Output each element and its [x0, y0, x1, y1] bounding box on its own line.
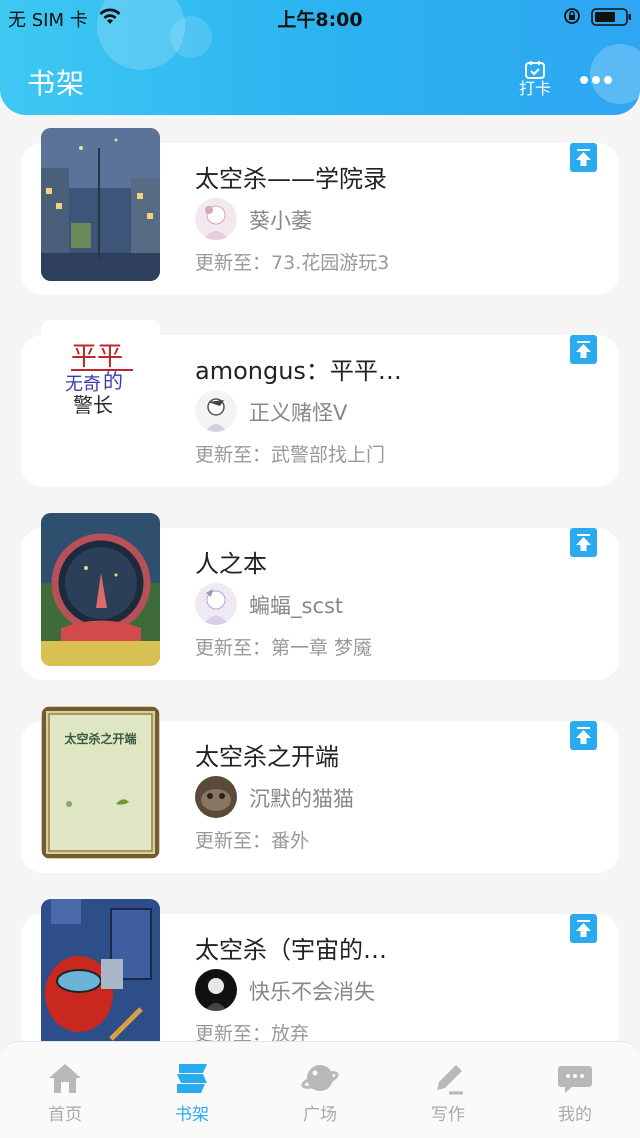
book-title: 人之本 — [195, 550, 267, 578]
tab-label: 写作 — [431, 1105, 465, 1125]
svg-text:警长: 警长 — [73, 393, 113, 417]
tab-home[interactable]: 首页 — [15, 1060, 115, 1125]
book-cover — [41, 899, 160, 1052]
book-card[interactable]: 太空杀——学院录 葵小萎 更新至：73.花园游玩3 — [21, 128, 619, 295]
tab-bookshelf[interactable]: 书架 — [142, 1060, 242, 1125]
home-icon — [49, 1064, 81, 1093]
author-name: 葵小萎 — [249, 209, 312, 233]
pin-top-button[interactable] — [570, 528, 597, 557]
book-cover: 平平 无奇 的 警长 — [41, 320, 160, 473]
tab-label: 首页 — [48, 1105, 82, 1125]
header: 无 SIM 卡 上午8:00 书架 打卡 — [0, 0, 640, 115]
book-cover: 太空杀之开端 — [41, 706, 160, 859]
pin-top-icon — [576, 341, 591, 358]
avatar — [195, 776, 237, 818]
pen-icon — [437, 1065, 463, 1095]
pin-top-button[interactable] — [570, 721, 597, 750]
update-text: 更新至：第一章 梦魇 — [195, 637, 373, 659]
planet-icon — [301, 1065, 339, 1091]
calligraphy-cover: 平平 无奇 的 警长 — [41, 320, 160, 473]
space-helmet-cover — [41, 513, 160, 666]
tab-mine[interactable]: 我的 — [525, 1060, 625, 1125]
pin-top-icon — [576, 149, 591, 166]
tab-label: 广场 — [303, 1105, 337, 1125]
pin-top-icon — [576, 920, 591, 937]
crewmate-cover — [41, 899, 160, 1052]
framed-text-cover: 太空杀之开端 — [41, 706, 160, 859]
svg-text:的: 的 — [103, 369, 123, 393]
checkin-button[interactable]: 打卡 — [512, 60, 558, 102]
chat-bubble-icon — [558, 1066, 592, 1093]
book-card[interactable]: 太空杀之开端 太空杀之开端 沉默的猫猫 更新至：番外 — [21, 706, 619, 873]
clock: 上午8:00 — [277, 9, 363, 31]
author-name: 快乐不会消失 — [249, 980, 375, 1004]
pin-top-button[interactable] — [570, 914, 597, 943]
update-text: 更新至：73.花园游玩3 — [195, 252, 390, 274]
book-cover — [41, 128, 160, 281]
checkin-label: 打卡 — [518, 79, 551, 98]
book-cover — [41, 513, 160, 666]
author-name: 蝙蝠_scst — [249, 594, 344, 618]
pin-top-button[interactable] — [570, 143, 597, 172]
svg-text:平平: 平平 — [71, 342, 123, 372]
book-title: 太空杀之开端 — [195, 743, 339, 771]
more-icon[interactable] — [576, 68, 616, 92]
book-card[interactable]: 人之本 蝙蝠_scst 更新至：第一章 梦魇 — [21, 513, 619, 680]
svg-text:无奇: 无奇 — [65, 374, 101, 395]
avatar — [195, 583, 237, 625]
pin-top-button[interactable] — [570, 335, 597, 364]
tab-label: 我的 — [558, 1105, 592, 1125]
author-name: 正义赌怪V — [249, 401, 348, 425]
update-text: 更新至：番外 — [195, 830, 310, 852]
avatar — [195, 390, 237, 432]
battery-icon — [591, 8, 631, 26]
cover-title-text: 太空杀之开端 — [64, 731, 136, 746]
page-title: 书架 — [27, 67, 86, 100]
bookshelf-icon — [177, 1064, 207, 1093]
pin-top-icon — [576, 727, 591, 744]
rotation-lock-icon — [564, 8, 580, 24]
book-title: 太空杀（宇宙的… — [195, 936, 387, 964]
avatar — [195, 969, 237, 1011]
tab-label: 书架 — [175, 1105, 209, 1125]
tab-plaza[interactable]: 广场 — [270, 1060, 370, 1125]
book-title: amongus：平平… — [195, 357, 402, 385]
tab-bar: 首页 书架 广场 写作 我的 — [0, 1041, 640, 1138]
pin-top-icon — [576, 534, 591, 551]
tab-write[interactable]: 写作 — [398, 1060, 498, 1125]
author-name: 沉默的猫猫 — [249, 787, 354, 811]
status-bar: 无 SIM 卡 上午8:00 — [0, 0, 640, 34]
book-title: 太空杀——学院录 — [195, 165, 387, 193]
book-card[interactable]: 平平 无奇 的 警长 amongus：平平… 正义赌怪V 更新至：武警部找上门 — [21, 320, 619, 487]
night-street-cover — [41, 128, 160, 281]
update-text: 更新至：武警部找上门 — [195, 444, 386, 466]
avatar — [195, 198, 237, 240]
calendar-check-icon — [525, 61, 545, 79]
